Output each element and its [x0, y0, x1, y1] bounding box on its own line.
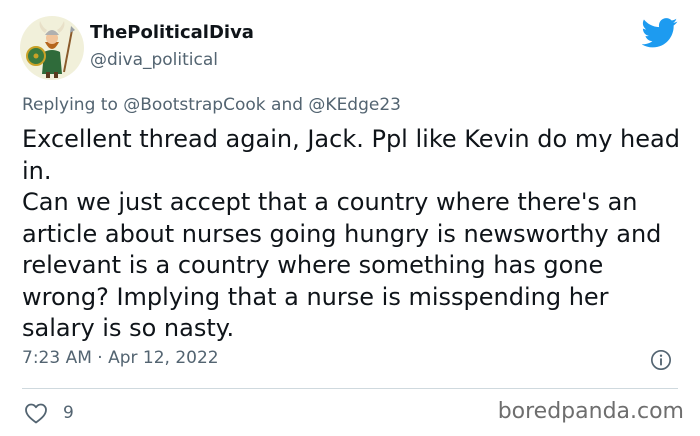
tweet-body: Excellent thread again, Jack. Ppl like K… [22, 124, 687, 345]
replying-to-line: Replying to @BootstrapCook and @KEdge23 [22, 95, 401, 115]
tweet-paragraph-2: Can we just accept that a country where … [22, 188, 662, 342]
heart-icon[interactable] [24, 402, 48, 424]
tweet-timestamp[interactable]: 7:23 AM · Apr 12, 2022 [22, 348, 219, 368]
twitter-bird-icon[interactable] [642, 18, 678, 48]
replying-to-conjunction: and [271, 95, 304, 115]
like-count: 9 [63, 403, 74, 423]
info-icon[interactable] [650, 349, 672, 371]
tweet-paragraph-1: Excellent thread again, Jack. Ppl like K… [22, 125, 680, 185]
replying-to-label: Replying to [22, 95, 118, 115]
tweet-card: ThePoliticalDiva @diva_political Replyin… [0, 0, 700, 436]
boredpanda-watermark: boredpanda.com [497, 399, 684, 424]
author-handle[interactable]: @diva_political [90, 50, 218, 70]
author-display-name[interactable]: ThePoliticalDiva [90, 22, 254, 43]
viking-avatar-image [26, 21, 75, 78]
mention-link-bootstrapcook[interactable]: @BootstrapCook [123, 95, 265, 115]
mention-link-kedge23[interactable]: @KEdge23 [308, 95, 401, 115]
avatar[interactable] [20, 16, 84, 80]
divider [22, 388, 678, 389]
